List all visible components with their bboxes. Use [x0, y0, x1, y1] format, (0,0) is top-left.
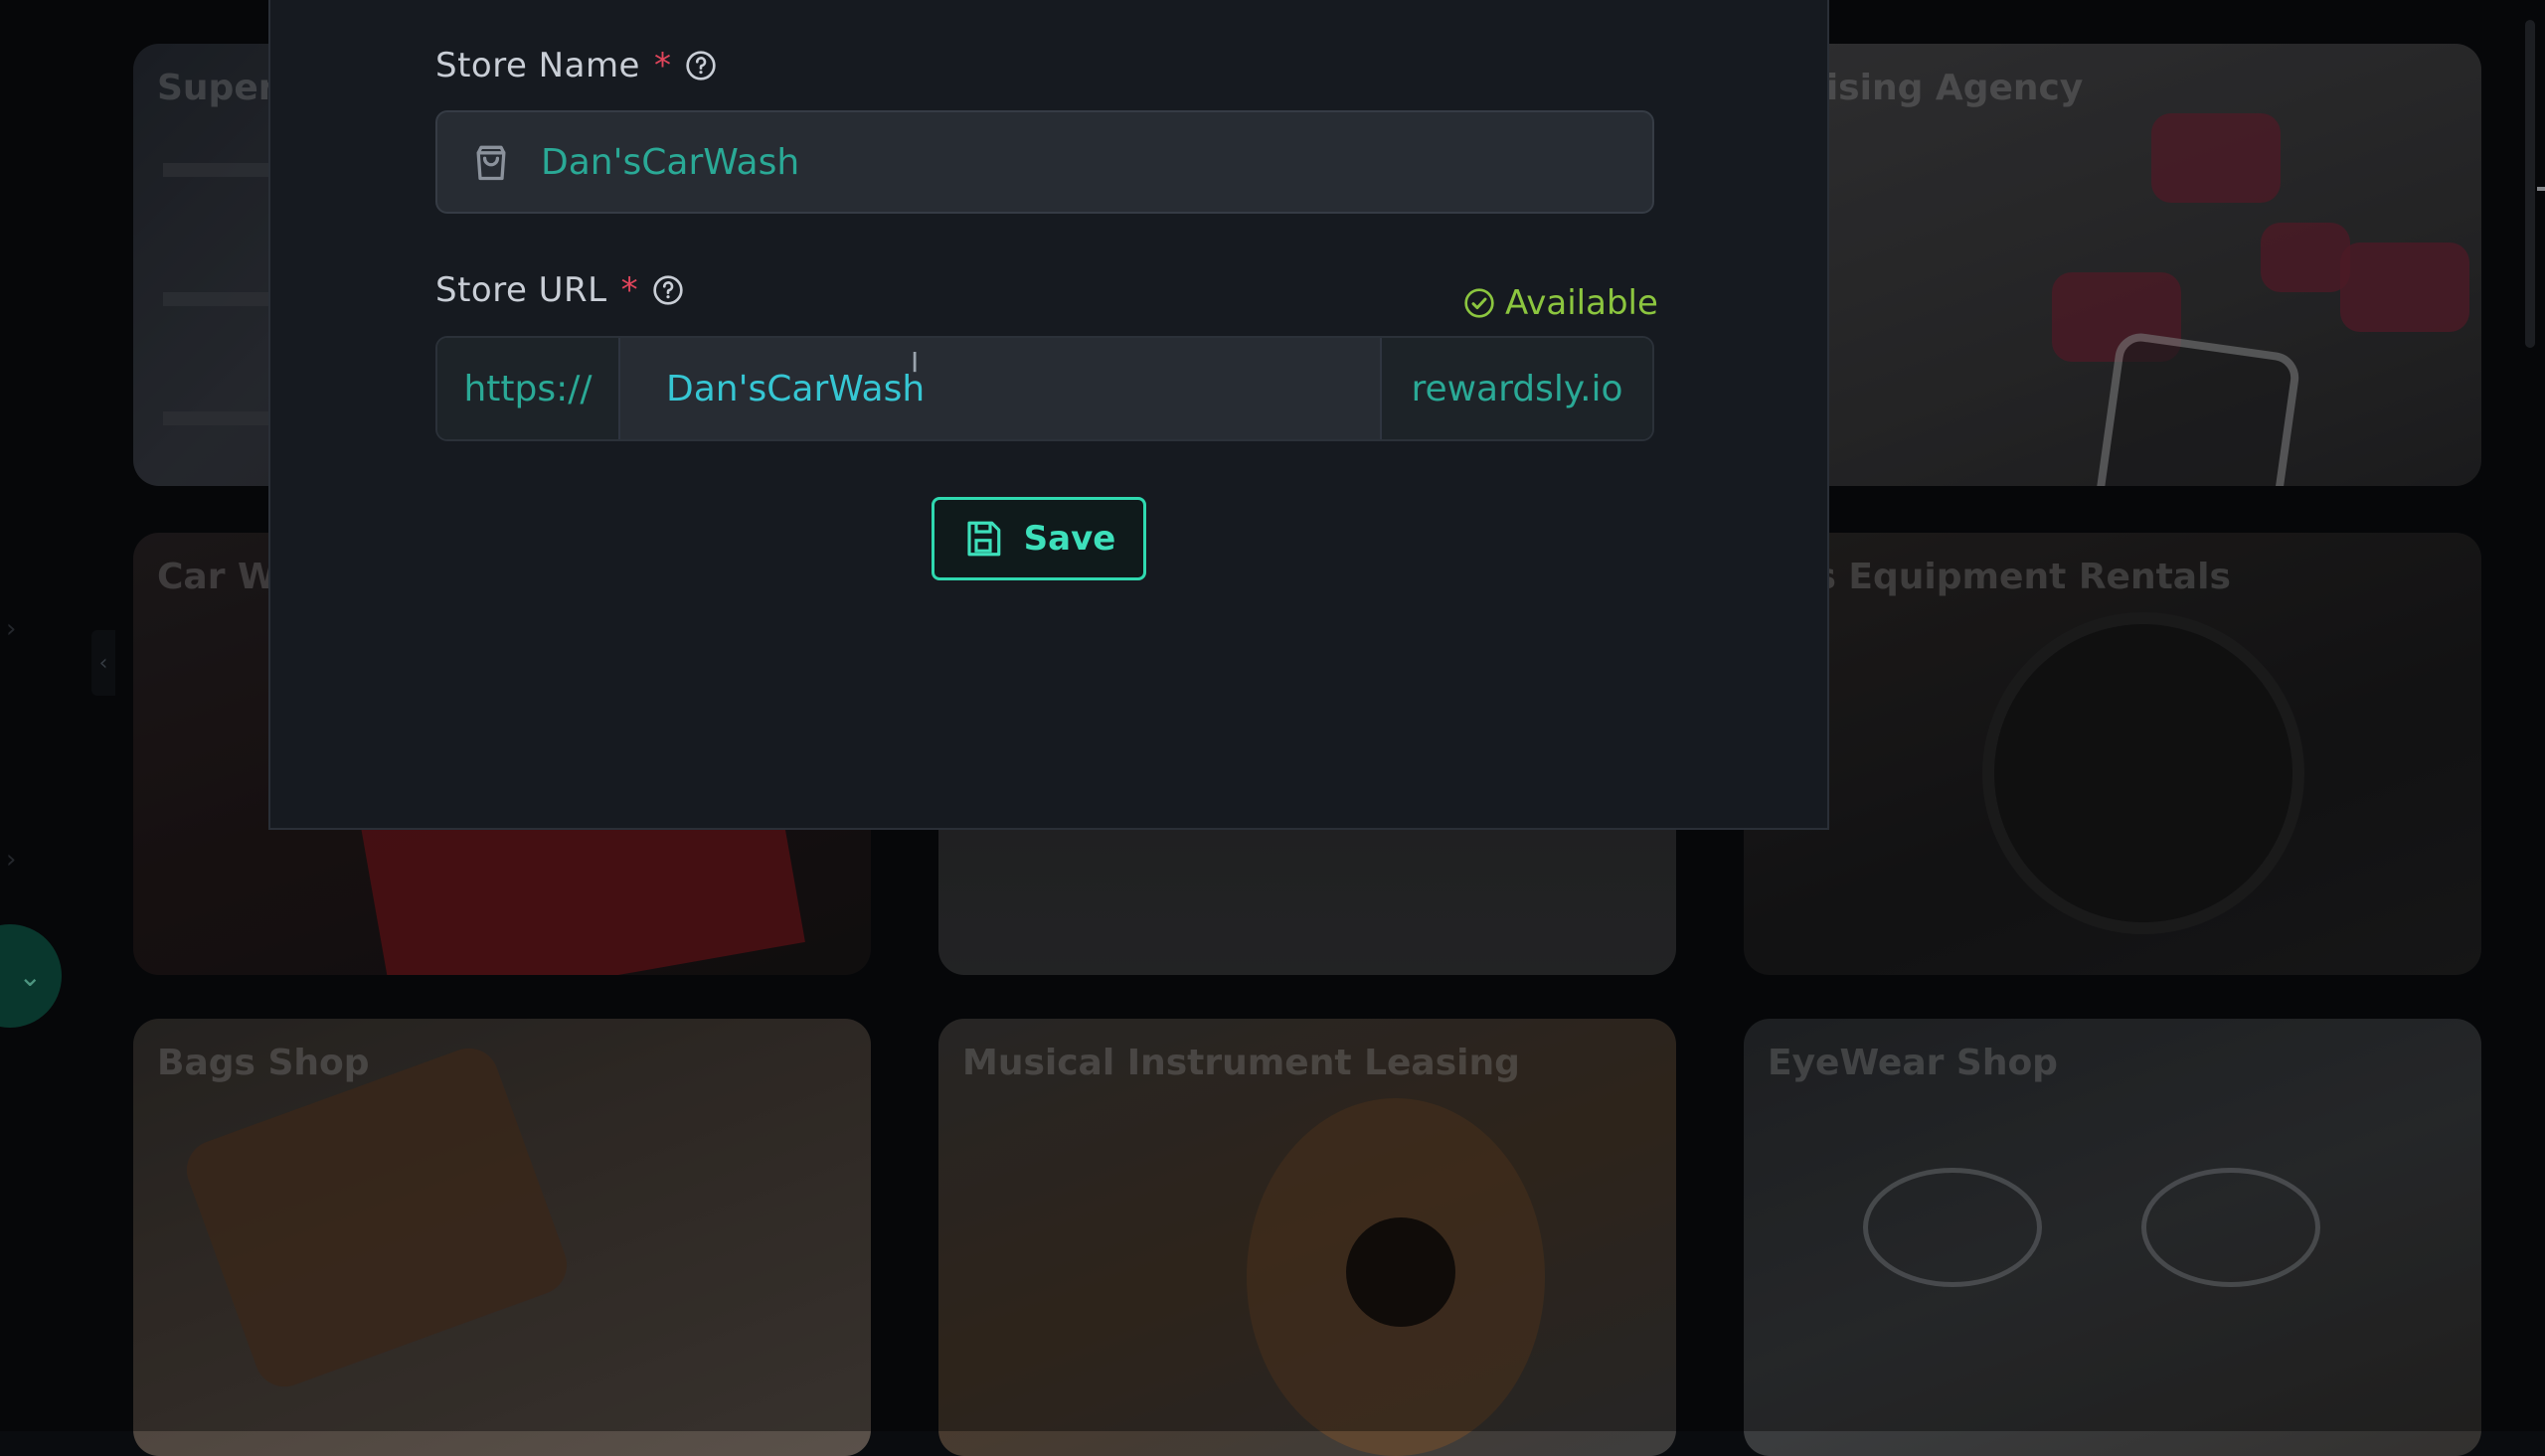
store-url-label: Store URL — [435, 270, 607, 310]
shopping-bag-icon — [476, 145, 506, 181]
save-button[interactable]: Save — [932, 497, 1146, 580]
url-prefix: https:// — [437, 338, 620, 439]
store-name-label: Store Name — [435, 46, 640, 85]
store-name-field — [435, 110, 1654, 214]
required-mark: * — [620, 270, 638, 310]
store-name-label-row: Store Name * — [435, 46, 717, 85]
check-circle-icon — [1464, 288, 1494, 318]
store-url-input[interactable] — [620, 338, 1380, 439]
store-url-field: https:// rewardsly.io — [435, 336, 1654, 441]
url-domain-suffix: rewardsly.io — [1380, 338, 1652, 439]
availability-text: Available — [1505, 283, 1658, 323]
store-url-label-row: Store URL * — [435, 270, 684, 310]
text-cursor-icon: I — [911, 346, 920, 379]
help-icon[interactable] — [652, 274, 684, 306]
url-availability-status: Available — [1463, 283, 1658, 323]
floppy-disk-icon — [967, 521, 1000, 557]
help-icon[interactable] — [685, 50, 717, 81]
required-mark: * — [653, 46, 671, 85]
store-settings-modal: Store Name * Store URL * Available — [268, 0, 1829, 830]
store-name-input[interactable] — [513, 111, 1652, 213]
save-button-label: Save — [1023, 519, 1116, 559]
